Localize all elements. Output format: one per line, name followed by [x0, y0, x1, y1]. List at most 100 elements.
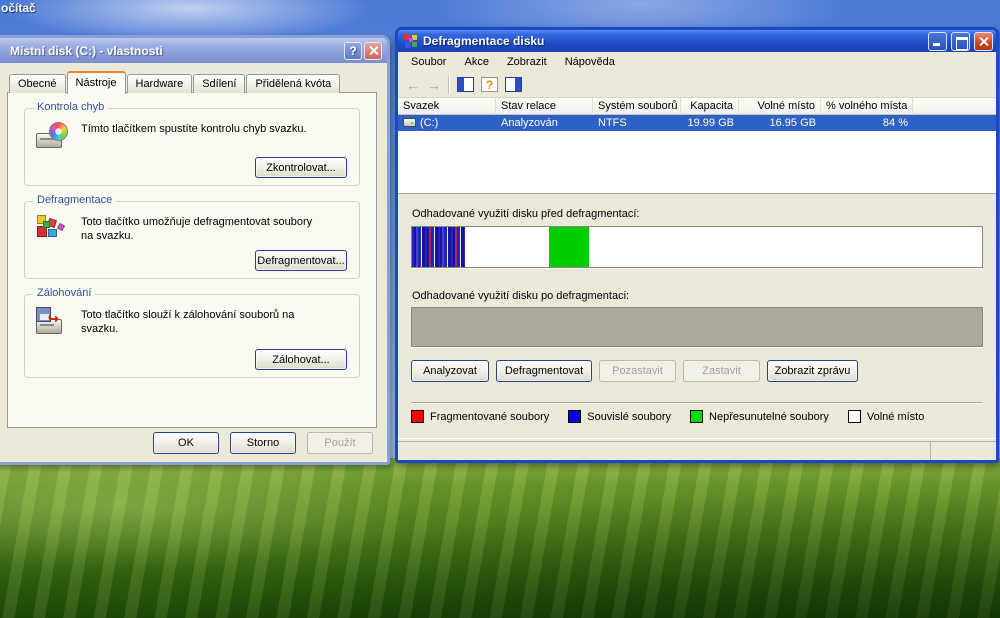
volume-list-header: Svazek Stav relace Systém souborů Kapaci…	[398, 98, 996, 115]
show-action-pane-icon[interactable]	[505, 77, 522, 92]
column-kapacita[interactable]: Kapacita	[681, 98, 739, 115]
free-swatch	[848, 410, 861, 423]
free-space-cell: 16.95 GB	[739, 117, 821, 129]
legend-fragmented: Fragmentované soubory	[411, 410, 549, 423]
legend-unmovable: Nepřesunutelné soubory	[690, 410, 829, 423]
menu-soubor[interactable]: Soubor	[402, 53, 455, 71]
column-volne-misto[interactable]: Volné místo	[739, 98, 821, 115]
tab-pridelena-kvota[interactable]: Přidělená kvóta	[246, 74, 340, 93]
close-button[interactable]	[364, 42, 382, 60]
defragment-now-button[interactable]: Defragmentovat...	[255, 250, 347, 271]
tab-strip: Obecné Nástroje Hardware Sdílení Přiděle…	[9, 71, 377, 93]
close-icon	[369, 46, 378, 55]
background-window-title: očítač	[1, 1, 36, 15]
defrag-app-icon	[403, 33, 419, 49]
tab-hardware[interactable]: Hardware	[127, 74, 193, 93]
group-backup-title: Zálohování	[33, 287, 95, 299]
pause-button[interactable]: Pozastavit	[599, 360, 676, 382]
volume-row-c[interactable]: (C:) Analyzován NTFS 19.99 GB 16.95 GB 8…	[398, 115, 996, 131]
properties-title: Místní disk (C:) - vlastnosti	[10, 44, 163, 58]
group-defragmentation: Defragmentace Toto tlačítko umožňuje def…	[24, 201, 360, 279]
usage-after-bar	[411, 307, 983, 347]
toolbar-separator	[448, 76, 450, 94]
tab-obecne[interactable]: Obecné	[9, 74, 66, 93]
disk-drive-icon	[403, 118, 416, 127]
column-svazek[interactable]: Svazek	[398, 98, 496, 115]
help-button[interactable]: ?	[344, 42, 362, 60]
column-filler	[913, 98, 996, 115]
legend: Fragmentované soubory Souvislé soubory N…	[411, 410, 943, 423]
maximize-button[interactable]	[951, 32, 970, 51]
column-system-souboru[interactable]: Systém souborů	[593, 98, 681, 115]
defrag-window: Defragmentace disku Soubor Akce Zobrazit…	[395, 27, 999, 463]
defragment-icon	[35, 214, 69, 246]
properties-titlebar[interactable]: Místní disk (C:) - vlastnosti ?	[0, 38, 387, 63]
properties-dialog: Místní disk (C:) - vlastnosti ? Obecné N…	[0, 35, 390, 465]
volume-list: Svazek Stav relace Systém souborů Kapaci…	[398, 98, 996, 194]
status-bar-left	[398, 441, 930, 460]
usage-before-bar	[411, 226, 983, 268]
ok-button[interactable]: OK	[153, 432, 219, 454]
dialog-footer: OK Storno Použít	[153, 432, 373, 454]
show-console-tree-icon[interactable]	[457, 77, 474, 92]
fragmented-stripes	[412, 227, 465, 267]
cancel-button[interactable]: Storno	[230, 432, 296, 454]
file-system-cell: NTFS	[593, 117, 681, 129]
view-report-button[interactable]: Zobrazit zprávu	[767, 360, 858, 382]
properties-body: Obecné Nástroje Hardware Sdílení Přiděle…	[0, 63, 387, 462]
group-error-checking-title: Kontrola chyb	[33, 101, 108, 113]
tab-nastroje[interactable]: Nástroje	[67, 71, 126, 94]
group-error-checking: Kontrola chyb Tímto tlačítkem spustíte k…	[24, 108, 360, 186]
status-bar-right	[930, 441, 996, 460]
apply-button[interactable]: Použít	[307, 432, 373, 454]
session-status-cell: Analyzován	[496, 117, 593, 129]
help-icon[interactable]: ?	[481, 77, 498, 92]
stop-button[interactable]: Zastavit	[683, 360, 760, 382]
defragment-button[interactable]: Defragmentovat	[496, 360, 592, 382]
defrag-titlebar[interactable]: Defragmentace disku	[398, 30, 996, 52]
backup-icon: ↪	[35, 307, 69, 339]
column-stav-relace[interactable]: Stav relace	[496, 98, 593, 115]
legend-contiguous: Souvislé soubory	[568, 410, 671, 423]
menu-zobrazit[interactable]: Zobrazit	[498, 53, 556, 71]
group-error-checking-description: Tímto tlačítkem spustíte kontrolu chyb s…	[81, 121, 307, 153]
analyze-button[interactable]: Analyzovat	[411, 360, 489, 382]
action-buttons: Analyzovat Defragmentovat Pozastavit Zas…	[411, 360, 858, 382]
group-backup: Zálohování ↪ Toto tlačítko slouží k zálo…	[24, 294, 360, 378]
fragmented-swatch	[411, 410, 424, 423]
defrag-bottom-panel: Odhadované využití disku před defragment…	[398, 194, 996, 438]
percent-free-cell: 84 %	[821, 117, 913, 129]
unmovable-block	[549, 227, 589, 267]
legend-separator	[411, 402, 983, 404]
check-now-button[interactable]: Zkontrolovat...	[255, 157, 347, 178]
status-bar	[398, 438, 996, 460]
group-defragmentation-description: Toto tlačítko umožňuje defragmentovat so…	[81, 214, 326, 246]
legend-free: Volné místo	[848, 410, 924, 423]
close-button[interactable]	[974, 32, 993, 51]
check-disk-icon	[35, 121, 69, 153]
group-backup-description: Toto tlačítko slouží k zálohování soubor…	[81, 307, 326, 339]
contiguous-swatch	[568, 410, 581, 423]
menu-akce[interactable]: Akce	[455, 53, 497, 71]
defrag-title: Defragmentace disku	[423, 34, 544, 48]
back-icon[interactable]: ←	[406, 78, 420, 92]
usage-before-label: Odhadované využití disku před defragment…	[412, 208, 639, 220]
column-pct-volneho-mista[interactable]: % volného místa	[821, 98, 913, 115]
forward-icon[interactable]: →	[427, 78, 441, 92]
usage-after-fill	[412, 308, 982, 346]
capacity-cell: 19.99 GB	[681, 117, 739, 129]
minimize-button[interactable]	[928, 32, 947, 51]
close-icon	[979, 37, 988, 46]
volume-cell: (C:)	[398, 117, 496, 129]
backup-now-button[interactable]: Zálohovat...	[255, 349, 347, 370]
group-defragmentation-title: Defragmentace	[33, 194, 116, 206]
tab-sdileni[interactable]: Sdílení	[193, 74, 245, 93]
unmovable-swatch	[690, 410, 703, 423]
defrag-toolbar: ← → ?	[398, 72, 996, 98]
desktop-background: očítač Místní disk (C:) - vlastnosti ? O…	[0, 0, 1000, 618]
defrag-menubar: Soubor Akce Zobrazit Nápověda	[398, 52, 996, 72]
desktop-grass	[0, 458, 1000, 618]
usage-after-label: Odhadované využití disku po defragmentac…	[412, 290, 629, 302]
backup-arrow-icon: ↪	[48, 311, 59, 327]
menu-napoveda[interactable]: Nápověda	[556, 53, 624, 71]
